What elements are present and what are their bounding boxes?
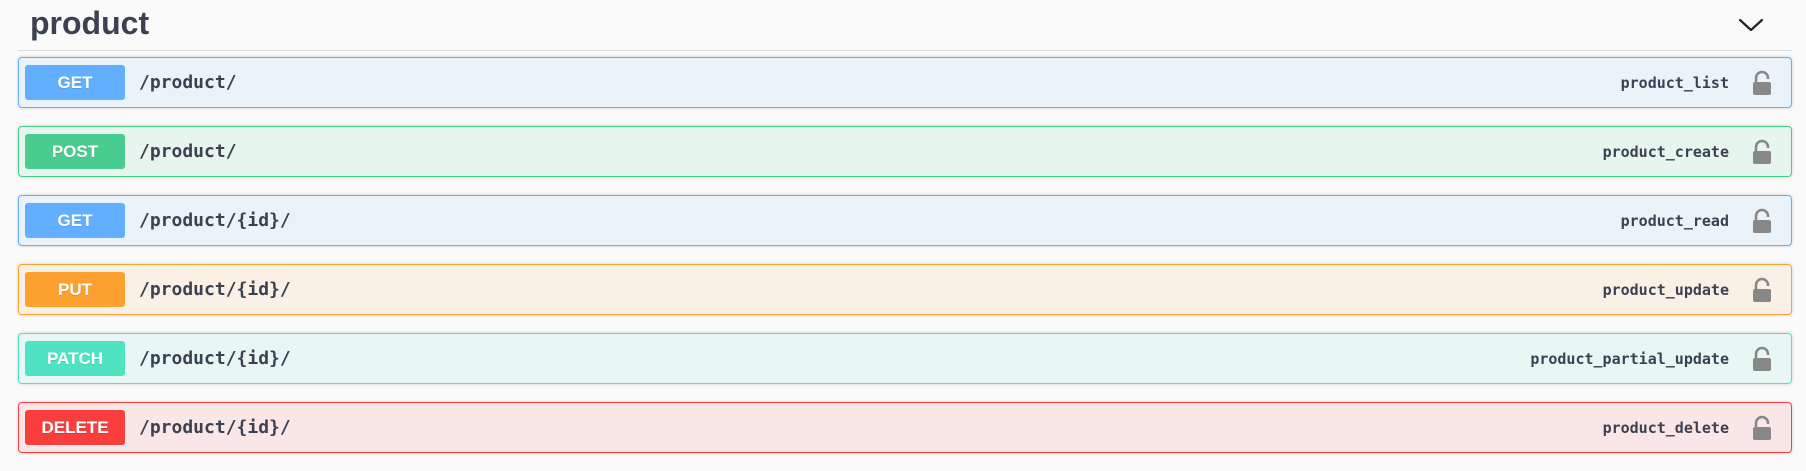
- opblock-post-product-create[interactable]: POST /product/ product_create: [18, 126, 1792, 177]
- operation-summary: product_update: [1602, 280, 1729, 299]
- lock-icon[interactable]: [1751, 346, 1773, 372]
- method-badge: DELETE: [25, 410, 125, 445]
- lock-icon[interactable]: [1751, 208, 1773, 234]
- operations-list: GET /product/ product_list POST /product…: [18, 57, 1792, 471]
- endpoint-path: /product/{id}/: [139, 348, 291, 369]
- endpoint-path: /product/{id}/: [139, 210, 291, 231]
- operation-summary: product_list: [1620, 73, 1729, 92]
- chevron-down-icon[interactable]: [1738, 16, 1764, 34]
- lock-icon[interactable]: [1751, 277, 1773, 303]
- endpoint-path: /product/{id}/: [139, 417, 291, 438]
- method-badge: PATCH: [25, 341, 125, 376]
- opblock-get-product-list[interactable]: GET /product/ product_list: [18, 57, 1792, 108]
- lock-icon[interactable]: [1751, 139, 1773, 165]
- lock-icon[interactable]: [1751, 415, 1773, 441]
- operation-summary: product_create: [1602, 142, 1729, 161]
- lock-icon[interactable]: [1751, 70, 1773, 96]
- method-badge: POST: [25, 134, 125, 169]
- endpoint-path: /product/: [139, 72, 237, 93]
- method-badge: GET: [25, 65, 125, 100]
- opblock-put-product-update[interactable]: PUT /product/{id}/ product_update: [18, 264, 1792, 315]
- opblock-patch-product-partial-update[interactable]: PATCH /product/{id}/ product_partial_upd…: [18, 333, 1792, 384]
- operation-summary: product_partial_update: [1530, 349, 1729, 368]
- tag-title: product: [30, 4, 150, 41]
- tag-header[interactable]: product: [18, 0, 1792, 51]
- method-badge: GET: [25, 203, 125, 238]
- method-badge: PUT: [25, 272, 125, 307]
- endpoint-path: /product/: [139, 141, 237, 162]
- opblock-delete-product-delete[interactable]: DELETE /product/{id}/ product_delete: [18, 402, 1792, 453]
- operation-summary: product_read: [1620, 211, 1729, 230]
- operation-summary: product_delete: [1602, 418, 1729, 437]
- endpoint-path: /product/{id}/: [139, 279, 291, 300]
- opblock-get-product-read[interactable]: GET /product/{id}/ product_read: [18, 195, 1792, 246]
